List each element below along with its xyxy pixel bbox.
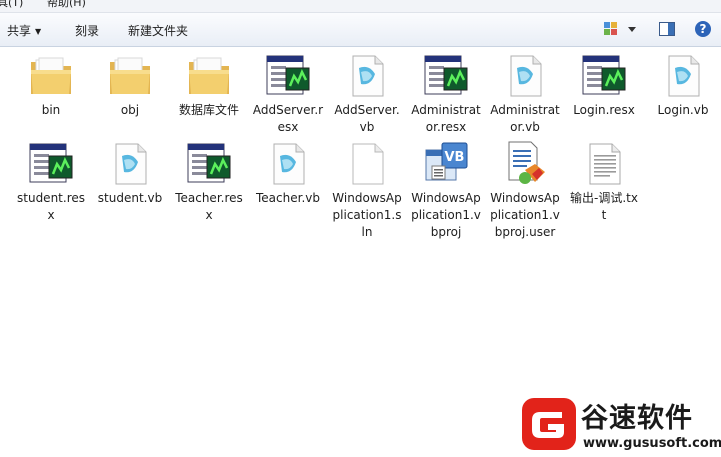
file-item[interactable]: student.vb [92,140,168,207]
new-folder-button[interactable]: 新建文件夹 [128,22,188,39]
watermark-title: 谷速软件 [581,403,693,434]
file-item[interactable]: AddServer.resx [250,52,326,136]
share-label: 共享 [7,24,32,38]
file-name-label: WindowsApplication1.vbproj [411,191,481,239]
burn-button[interactable]: 刻录 [75,22,99,39]
resx-file-icon [424,55,468,95]
watermark: 谷速软件 www.gususoft.com [518,394,721,454]
file-item[interactable]: Administrator.vb [487,52,563,136]
new-folder-label: 新建文件夹 [128,24,189,38]
help-icon[interactable]: ? [694,20,712,41]
file-name-label: AddServer.vb [334,103,400,134]
file-item[interactable]: Teacher.vb [250,140,326,207]
file-grid: bin obj 数据库文件 AddServer.resx AddServer.v… [0,46,721,346]
file-item[interactable]: student.resx [13,140,89,224]
share-button[interactable]: 共享 ▼ [7,22,41,39]
resx-file-icon [187,143,231,183]
vbproj-user-file-icon [508,141,545,184]
file-item[interactable]: obj [92,52,168,119]
menu-help[interactable]: 帮助(H) [47,0,86,8]
file-name-label: WindowsApplication1.sln [332,191,402,239]
file-item[interactable]: VB WindowsApplication1.vbproj [408,140,484,241]
vb-file-icon [352,55,384,97]
file-item[interactable]: Teacher.resx [171,140,247,224]
chevron-down-icon: ▼ [35,27,42,36]
file-item[interactable]: 数据库文件 [171,52,247,119]
watermark-logo-icon [522,398,576,450]
menu-tools[interactable]: 具(T) [0,0,23,8]
resx-file-icon [29,143,73,183]
file-name-label: 数据库文件 [178,103,239,117]
file-item[interactable]: WindowsApplication1.sln [329,140,405,241]
vbproj-file-icon: VB [425,142,468,181]
file-name-label: Teacher.resx [175,191,243,222]
vb-file-icon [510,55,542,97]
vb-file-icon [668,55,700,97]
command-toolbar: 共享 ▼ 刻录 新建文件夹 ? [0,13,721,47]
svg-text:VB: VB [445,150,465,165]
file-name-label: Login.vb [657,103,709,117]
file-name-label: student.resx [17,191,85,222]
file-name-label: Login.resx [573,103,635,117]
file-name-label: student.vb [97,191,163,205]
svg-text:?: ? [700,22,707,36]
file-name-label: AddServer.resx [252,103,324,134]
file-item[interactable]: WindowsApplication1.vbproj.user [487,140,563,241]
file-item[interactable]: Login.resx [566,52,642,119]
file-name-label: WindowsApplication1.vbproj.user [490,191,560,239]
resx-file-icon [582,55,626,95]
file-item[interactable]: 输出-调试.txt [566,140,642,224]
file-item[interactable]: Administrator.resx [408,52,484,136]
resx-file-icon [266,55,310,95]
file-item[interactable]: AddServer.vb [329,52,405,136]
preview-pane-icon[interactable] [658,20,676,41]
watermark-url: www.gususoft.com [583,436,721,451]
file-name-label: Administrator.vb [490,103,560,134]
sln-file-icon [352,143,384,185]
vb-file-icon [115,143,147,185]
file-item[interactable]: bin [13,52,89,119]
burn-label: 刻录 [75,24,100,38]
file-name-label: Administrator.resx [411,103,481,134]
menu-bar: 具(T) 帮助(H) [0,0,721,13]
folder-icon [31,57,71,94]
vb-file-icon [273,143,305,185]
txt-file-icon [589,143,621,185]
view-options-icon[interactable] [603,20,637,41]
file-name-label: obj [120,103,140,117]
file-name-label: bin [41,103,61,117]
file-name-label: 输出-调试.txt [570,191,638,222]
folder-icon [110,57,150,94]
file-item[interactable]: Login.vb [645,52,721,119]
file-name-label: Teacher.vb [256,191,320,205]
folder-icon [189,57,229,94]
